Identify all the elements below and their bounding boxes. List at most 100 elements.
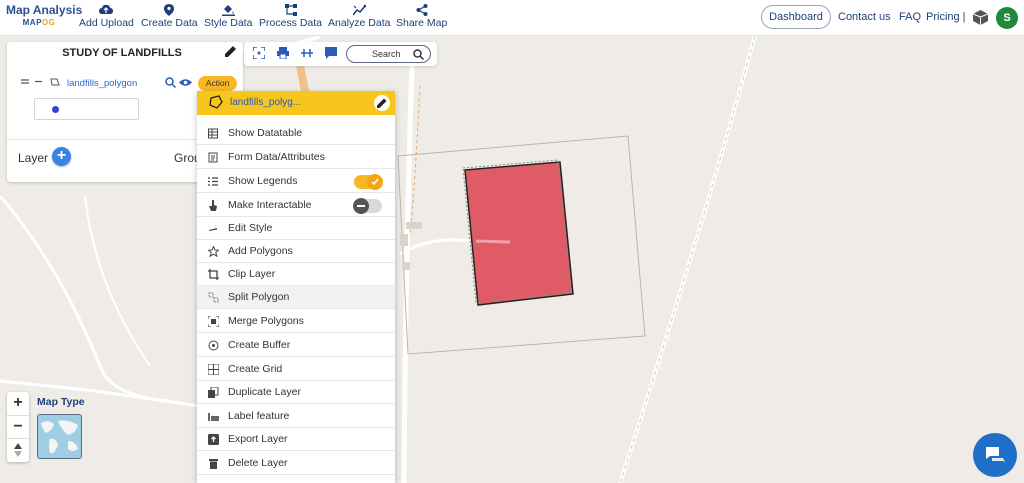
- menu-item-add-polygons[interactable]: Add Polygons: [197, 240, 395, 263]
- analyze-icon: [352, 4, 366, 16]
- menu-item-label: Form Data/Attributes: [228, 151, 325, 163]
- reset-north-button[interactable]: [7, 438, 29, 461]
- menu-item-label: Label feature: [228, 410, 290, 422]
- user-avatar[interactable]: S: [996, 7, 1018, 29]
- fullscreen-icon[interactable]: [253, 47, 265, 59]
- contact-link[interactable]: Contact us: [838, 11, 891, 23]
- nav-label: Add Upload: [79, 17, 134, 29]
- nav-add-upload[interactable]: Add Upload: [79, 4, 134, 29]
- menu-item-label: Make Interactable: [228, 199, 312, 211]
- map-type-label: Map Type: [37, 396, 85, 408]
- table-icon: [208, 128, 218, 139]
- make-interactable-toggle[interactable]: [353, 198, 382, 214]
- menu-item-split-polygon[interactable]: Split Polygon: [197, 286, 395, 309]
- brand-title: Map Analysis: [6, 3, 83, 17]
- menu-item-merge-polygons[interactable]: Merge Polygons: [197, 310, 395, 333]
- map-toolbar: Search: [244, 42, 437, 66]
- brand-subtitle: MAPOG: [22, 18, 56, 27]
- nav-process-data[interactable]: Process Data: [259, 4, 322, 29]
- menu-item-clip-layer[interactable]: Clip Layer: [197, 263, 395, 286]
- menu-item-show-legends[interactable]: Show Legends: [197, 170, 395, 193]
- faq-link[interactable]: FAQ: [899, 11, 921, 23]
- nav-label: Share Map: [396, 17, 448, 29]
- pricing-link[interactable]: Pricing |: [926, 11, 966, 23]
- nav-share-map[interactable]: Share Map: [396, 4, 447, 29]
- menu-item-duplicate-layer[interactable]: Duplicate Layer: [197, 381, 395, 404]
- dashboard-button[interactable]: Dashboard: [761, 5, 831, 29]
- menu-item-label: Show Datatable: [228, 127, 303, 139]
- drag-handle-icon[interactable]: [21, 77, 61, 87]
- star-icon: [208, 246, 219, 257]
- brand-logo[interactable]: Map Analysis MAPOG: [6, 3, 83, 27]
- layer-tab-label[interactable]: Layer: [18, 151, 48, 165]
- search-button[interactable]: Search: [346, 45, 431, 63]
- visibility-eye-icon[interactable]: [179, 78, 192, 87]
- label-icon: [208, 413, 219, 421]
- nav-label: Analyze Data: [328, 17, 391, 29]
- menu-item-label: Delete Layer: [228, 457, 288, 469]
- menu-layer-name: landfills_polyg...: [230, 97, 302, 108]
- zoom-to-layer-icon[interactable]: [165, 77, 176, 88]
- zoom-control: + −: [7, 392, 29, 462]
- search-label: Search: [372, 49, 401, 59]
- layer-action-menu: landfills_polyg... Show Datatable Form D…: [197, 91, 395, 483]
- rename-layer-button[interactable]: [374, 95, 390, 111]
- menu-item-label-feature[interactable]: Label feature: [197, 405, 395, 428]
- menu-item-label: Duplicate Layer: [228, 386, 301, 398]
- zoom-in-button[interactable]: +: [7, 392, 29, 415]
- menu-item-form-data[interactable]: Form Data/Attributes: [197, 146, 395, 169]
- menu-item-label: Add Polygons: [228, 245, 293, 257]
- layer-row-controls: [21, 77, 61, 90]
- show-legends-toggle[interactable]: [354, 174, 383, 190]
- measure-icon[interactable]: [301, 47, 313, 59]
- nav-label: Process Data: [259, 17, 323, 29]
- split-icon: [208, 292, 219, 303]
- nav-create-data[interactable]: Create Data: [141, 4, 198, 29]
- comment-icon[interactable]: [325, 47, 337, 59]
- pointer-icon: [209, 200, 217, 211]
- menu-item-label: Show Legends: [228, 175, 298, 187]
- menu-item-create-grid[interactable]: Create Grid: [197, 358, 395, 381]
- export-icon: [208, 434, 219, 445]
- nav-analyze-data[interactable]: Analyze Data: [328, 4, 390, 29]
- menu-item-label: Create Buffer: [228, 339, 291, 351]
- form-icon: [208, 152, 218, 163]
- cube-icon[interactable]: [973, 10, 988, 25]
- menu-item-show-datatable[interactable]: Show Datatable: [197, 122, 395, 145]
- top-navigation-bar: Map Analysis MAPOG Add Upload Create Dat…: [0, 0, 1024, 36]
- add-layer-button[interactable]: +: [52, 147, 71, 166]
- chat-bubble-icon: [986, 447, 1005, 462]
- map-type-thumbnail[interactable]: [37, 414, 82, 459]
- trash-icon: [209, 459, 218, 469]
- crop-icon: [208, 269, 219, 280]
- layer-name-link[interactable]: landfills_polygon: [67, 78, 137, 89]
- nav-label: Create Data: [141, 17, 198, 29]
- menu-item-make-interactable[interactable]: Make Interactable: [197, 194, 395, 217]
- action-button[interactable]: Action: [198, 76, 237, 91]
- nav-label: Style Data: [204, 17, 253, 29]
- menu-item-label: Edit Style: [228, 222, 273, 234]
- brush-icon: [209, 228, 217, 231]
- zoom-out-button[interactable]: −: [7, 415, 29, 438]
- merge-icon: [208, 316, 219, 327]
- menu-item-delete-layer[interactable]: Delete Layer: [197, 452, 395, 475]
- menu-item-export-layer[interactable]: Export Layer: [197, 428, 395, 451]
- menu-item-label: Split Polygon: [228, 291, 290, 303]
- buffer-icon: [208, 340, 219, 351]
- map-pin-icon: [164, 4, 175, 16]
- legend-box: [34, 98, 139, 120]
- menu-item-label: Create Grid: [228, 363, 283, 375]
- chat-button[interactable]: [973, 433, 1017, 477]
- menu-item-label: Merge Polygons: [228, 315, 304, 327]
- nav-style-data[interactable]: Style Data: [204, 4, 252, 29]
- menu-item-edit-style[interactable]: Edit Style: [197, 217, 395, 240]
- list-icon: [208, 177, 218, 186]
- world-map-icon: [41, 420, 78, 454]
- print-icon[interactable]: [277, 47, 289, 59]
- share-icon: [416, 4, 428, 16]
- compass-icon: [14, 443, 22, 457]
- edit-pencil-icon[interactable]: [224, 45, 237, 58]
- project-title: STUDY OF LANDFILLS: [62, 47, 182, 59]
- legend-swatch: [52, 106, 59, 113]
- menu-item-create-buffer[interactable]: Create Buffer: [197, 334, 395, 357]
